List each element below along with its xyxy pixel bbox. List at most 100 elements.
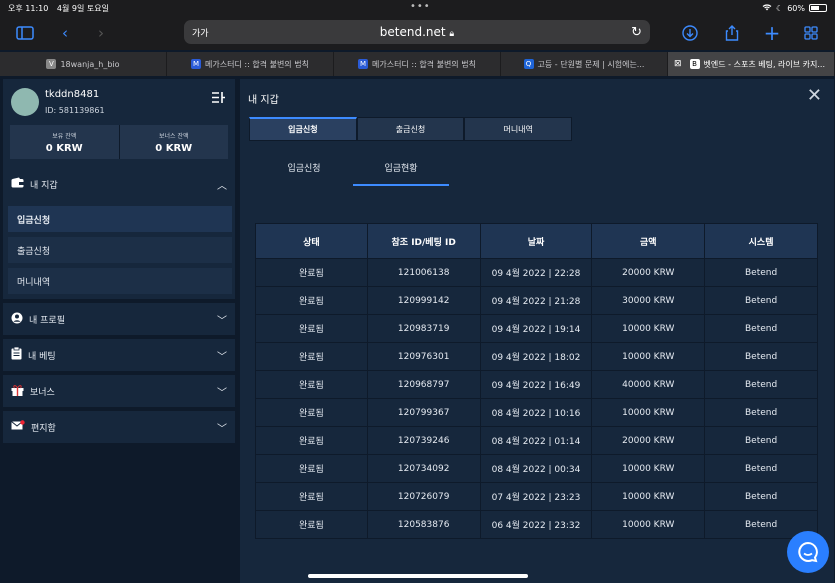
chat-support-button[interactable] [787,531,829,573]
status-bar: 오후 11:10 4월 9일 토요일 ••• ☾ 60% [0,0,835,16]
table-cell: Betend [704,370,818,399]
sidebar-toggle-icon[interactable] [14,22,36,44]
browser-tab-active[interactable]: ⊠ B 벳엔드 - 스포츠 베팅, 라이브 카지... [668,52,835,76]
column-header: 참조 ID/베팅 ID [366,223,481,259]
close-icon[interactable]: ✕ [807,85,822,106]
balance-held: 보유 잔액 0 KRW [45,133,83,154]
table-cell: 09 4월 2022 | 16:49 [479,370,593,399]
table-cell: 09 4월 2022 | 18:02 [479,342,593,371]
new-tab-icon[interactable]: + [761,21,783,45]
subtab-deposit-status[interactable]: 입금현황 [353,161,449,186]
address-bar[interactable]: 가가 betend.net 🔒︎ ↻ [184,20,650,44]
table-cell: 20000 KRW [591,258,706,287]
table-cell: 08 4월 2022 | 00:34 [479,454,593,483]
table-cell: Betend [704,286,818,315]
table-cell: 20000 KRW [591,426,706,455]
table-cell: Betend [704,314,818,343]
table-cell: 완료됨 [255,426,368,455]
table-row: 완료됨 120583876 06 4월 2022 | 23:32 10000 KRW B… [255,510,818,539]
tab-favicon-icon: Q [523,59,534,69]
browser-tabs: V 18wanja_h_bio M 메가스터디 :: 합격 불변의 법칙 M 메가스터… [0,52,835,76]
table-cell: 완료됨 [255,398,368,427]
gift-icon [11,384,24,399]
table-cell: 08 4월 2022 | 01:14 [479,426,593,455]
tab-deposit[interactable]: 입금신청 [249,117,357,141]
sidebar: tkddn8481 ID: 581139861 보유 잔액 0 KRW 보너스 … [3,79,235,443]
tab-favicon-icon: B [689,59,700,69]
tab-overview-icon[interactable] [800,22,822,44]
balance-bonus: 보너스 잔액 0 KRW [118,125,229,159]
browser-tab[interactable]: Q 고등 - 단원별 문제 | 시험에는... [501,52,668,76]
battery-percent: 60% [787,3,805,13]
home-indicator[interactable] [308,574,528,578]
sidebar-section-bonus[interactable]: 보너스 ﹀ [3,375,235,407]
table-cell: 08 4월 2022 | 10:16 [479,398,593,427]
column-header: 시스템 [704,223,818,259]
download-icon[interactable] [679,22,701,44]
table-cell: 완료됨 [255,314,368,343]
user-icon [11,312,23,327]
table-cell: Betend [704,454,818,483]
table-cell: 120968797 [366,370,481,399]
user-id: ID: 581139861 [45,106,105,115]
table-row: 완료됨 120968797 09 4월 2022 | 16:49 40000 KRW B… [255,370,818,399]
clipboard-icon [11,346,22,363]
tab-withdraw[interactable]: 출금신청 [356,117,465,141]
battery-icon [809,4,827,12]
tab-favicon-icon: M [358,59,369,69]
forward-icon[interactable]: › [90,22,112,44]
table-cell: 완료됨 [255,286,368,315]
page: tkddn8481 ID: 581139861 보유 잔액 0 KRW 보너스 … [0,76,835,583]
table-cell: 120726079 [366,482,481,511]
table-cell: 09 4월 2022 | 22:28 [479,258,593,287]
table-cell: 120976301 [366,342,481,371]
tab-close-icon[interactable]: ⊠ [674,59,682,69]
table-row: 완료됨 120983719 09 4월 2022 | 19:14 10000 KRW B… [255,314,818,343]
chevron-down-icon: ﹀ [217,387,227,399]
settings-menu-icon[interactable] [211,91,225,108]
moon-icon: ☾ [776,3,784,13]
table-cell: 121006138 [366,258,481,287]
table-cell: 10000 KRW [591,454,706,483]
table-cell: 09 4월 2022 | 19:14 [479,314,593,343]
status-date: 4월 9일 토요일 [56,3,109,13]
status-time: 오후 11:10 [8,3,49,13]
wallet-modal: 내 지갑 ✕ 입금신청 출금신청 머니내역 입금신청 입금현황 상태 참조 ID… [240,79,834,583]
reload-icon[interactable]: ↻ [631,25,642,40]
browser-tab[interactable]: M 메가스터디 :: 합격 불변의 법칙 [334,52,501,76]
back-icon[interactable]: ‹ [54,22,76,44]
column-header: 금액 [591,223,706,259]
username: tkddn8481 [45,89,100,100]
subtab-deposit-request[interactable]: 입금신청 [256,161,352,186]
sidebar-item-money-history[interactable]: 머니내역 [8,268,232,294]
multitask-dots-icon[interactable]: ••• [410,1,431,12]
table-cell: 10000 KRW [591,398,706,427]
browser-tab[interactable]: V 18wanja_h_bio [0,52,167,76]
chevron-down-icon: ﹀ [217,351,227,363]
lock-icon: 🔒︎ [449,29,455,39]
avatar[interactable] [11,88,39,116]
url-text: betend.net [379,25,446,39]
sidebar-section-inbox[interactable]: 편지함 ﹀ [3,411,235,443]
tab-favicon-icon: V [46,59,57,69]
table-cell: 120583876 [366,510,481,539]
share-icon[interactable] [721,22,743,44]
page-title: 내 지갑 [248,95,279,106]
column-header: 날짜 [479,223,593,259]
table-row: 완료됨 120739246 08 4월 2022 | 01:14 20000 KRW B… [255,426,818,455]
chevron-up-icon: ︿ [217,180,227,192]
table-cell: 120983719 [366,314,481,343]
table-cell: 30000 KRW [591,286,706,315]
browser-tab[interactable]: M 메가스터디 :: 합격 불변의 법칙 [167,52,334,76]
table-cell: 10000 KRW [591,342,706,371]
table-cell: 09 4월 2022 | 21:28 [479,286,593,315]
table-cell: Betend [704,398,818,427]
sidebar-item-deposit[interactable]: 입금신청 [8,206,232,232]
sidebar-section-profile[interactable]: 내 프로필 ﹀ [3,303,235,335]
sidebar-section-my-bets[interactable]: 내 베팅 ﹀ [3,339,235,371]
sidebar-item-withdraw[interactable]: 출금신청 [8,237,232,263]
tab-money-history[interactable]: 머니내역 [464,117,573,141]
wallet-section-header[interactable]: 내 지갑 ︿ [3,169,235,199]
table-row: 완료됨 121006138 09 4월 2022 | 22:28 20000 KRW B… [255,258,818,287]
table-body: 완료됨 121006138 09 4월 2022 | 22:28 20000 KRW B… [255,258,818,539]
